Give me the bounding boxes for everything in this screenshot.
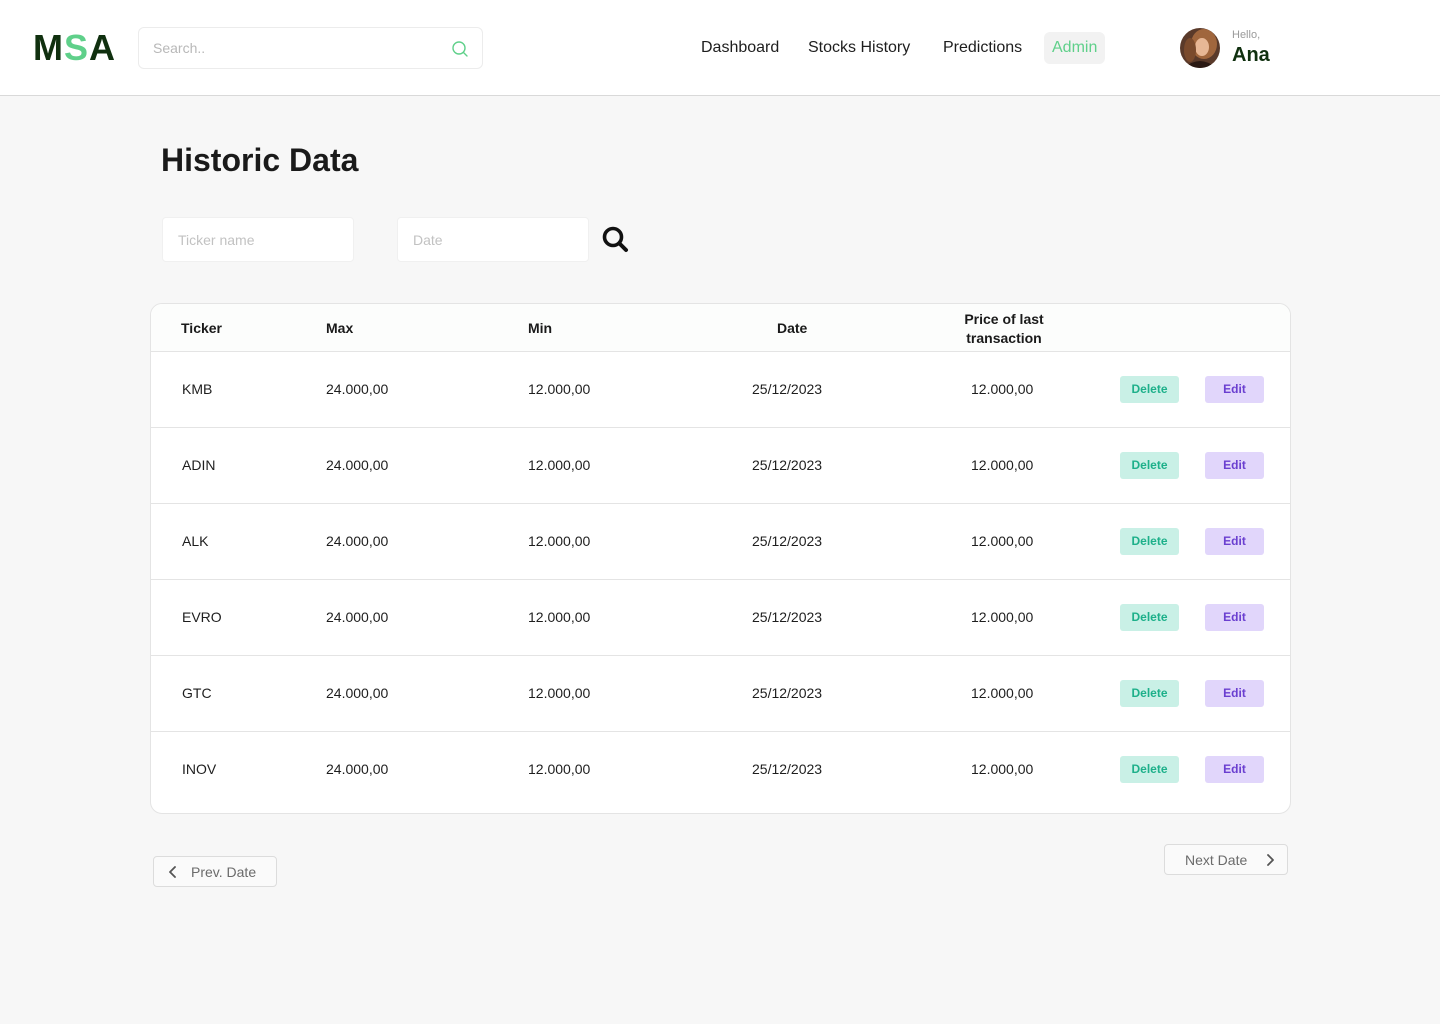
chevron-right-icon [1267,854,1274,866]
next-date-label: Next Date [1185,852,1248,868]
nav-admin[interactable]: Admin [1044,32,1106,64]
nav-stocks-history[interactable]: Stocks History [808,32,910,64]
historic-data-table: Ticker Max Min Date Price of last transa… [150,303,1291,814]
avatar[interactable] [1180,28,1220,68]
cell-date: 25/12/2023 [752,533,823,549]
cell-date: 25/12/2023 [752,609,823,625]
top-header: MSA Dashboard Stocks History Predictions… [0,0,1440,96]
cell-date: 25/12/2023 [752,381,823,397]
cell-min: 12.000,00 [528,685,591,701]
date-input[interactable] [398,218,588,261]
ticker-filter [162,217,354,262]
cell-date: 25/12/2023 [752,457,823,473]
edit-button[interactable]: Edit [1205,452,1264,479]
edit-button[interactable]: Edit [1205,604,1264,631]
col-date: Date [777,320,808,336]
edit-button[interactable]: Edit [1205,376,1264,403]
edit-button[interactable]: Edit [1205,756,1264,783]
cell-last-price: 12.000,00 [971,761,1034,777]
col-last-price: Price of last transaction [944,310,1064,348]
avatar-image [1180,28,1220,68]
delete-button[interactable]: Delete [1120,528,1179,555]
cell-last-price: 12.000,00 [971,457,1034,473]
edit-button[interactable]: Edit [1205,528,1264,555]
cell-min: 12.000,00 [528,761,591,777]
cell-min: 12.000,00 [528,381,591,397]
delete-button[interactable]: Delete [1120,604,1179,631]
cell-ticker: GTC [182,685,212,701]
logo-letter-a: A [89,27,117,68]
cell-date: 25/12/2023 [752,685,823,701]
page-title: Historic Data [161,142,359,178]
edit-button[interactable]: Edit [1205,680,1264,707]
prev-date-button[interactable]: Prev. Date [153,856,277,887]
cell-last-price: 12.000,00 [971,685,1034,701]
cell-max: 24.000,00 [326,609,389,625]
logo[interactable]: MSA [33,28,116,68]
cell-ticker: INOV [182,761,217,777]
table-row: KMB 24.000,00 12.000,00 25/12/2023 12.000,00… [151,352,1290,428]
col-last-price-line2: transaction [966,330,1042,346]
cell-last-price: 12.000,00 [971,533,1034,549]
user-profile[interactable]: Hello, Ana [1180,28,1300,68]
table-row: INOV 24.000,00 12.000,00 25/12/2023 12.000,0… [151,732,1290,808]
col-max: Max [326,320,354,336]
prev-date-label: Prev. Date [191,864,257,880]
cell-max: 24.000,00 [326,533,389,549]
date-filter [397,217,589,262]
search-icon[interactable] [451,40,469,58]
delete-button[interactable]: Delete [1120,452,1179,479]
nav-dashboard[interactable]: Dashboard [701,32,779,64]
ticker-name-input[interactable] [163,218,353,261]
greeting-text: Hello, [1232,29,1261,41]
cell-max: 24.000,00 [326,761,389,777]
delete-button[interactable]: Delete [1120,756,1179,783]
table-row: EVRO 24.000,00 12.000,00 25/12/2023 12.000,0… [151,580,1290,656]
table-row: ALK 24.000,00 12.000,00 25/12/2023 12.000,00… [151,504,1290,580]
delete-button[interactable]: Delete [1120,680,1179,707]
header-search-input[interactable] [153,38,433,58]
col-last-price-line1: Price of last [964,311,1044,327]
cell-date: 25/12/2023 [752,761,823,777]
cell-ticker: ALK [182,533,209,549]
cell-min: 12.000,00 [528,609,591,625]
col-min: Min [528,320,553,336]
logo-letter-s: S [64,27,90,68]
header-search [138,27,483,69]
cell-max: 24.000,00 [326,457,389,473]
filter-search-icon[interactable] [601,225,629,253]
table-header: Ticker Max Min Date Price of last transa… [151,304,1290,352]
cell-last-price: 12.000,00 [971,381,1034,397]
table-row: GTC 24.000,00 12.000,00 25/12/2023 12.000,00… [151,656,1290,732]
cell-last-price: 12.000,00 [971,609,1034,625]
cell-max: 24.000,00 [326,685,389,701]
cell-min: 12.000,00 [528,457,591,473]
cell-min: 12.000,00 [528,533,591,549]
chevron-left-icon [169,866,176,878]
table-row: ADIN 24.000,00 12.000,00 25/12/2023 12.000,0… [151,428,1290,504]
cell-max: 24.000,00 [326,381,389,397]
cell-ticker: ADIN [182,457,216,473]
next-date-button[interactable]: Next Date [1164,844,1288,875]
logo-letter-m: M [33,27,64,68]
col-ticker: Ticker [181,320,222,336]
delete-button[interactable]: Delete [1120,376,1179,403]
cell-ticker: KMB [182,381,213,397]
user-name: Ana [1232,44,1270,66]
cell-ticker: EVRO [182,609,222,625]
nav-predictions[interactable]: Predictions [943,32,1022,64]
